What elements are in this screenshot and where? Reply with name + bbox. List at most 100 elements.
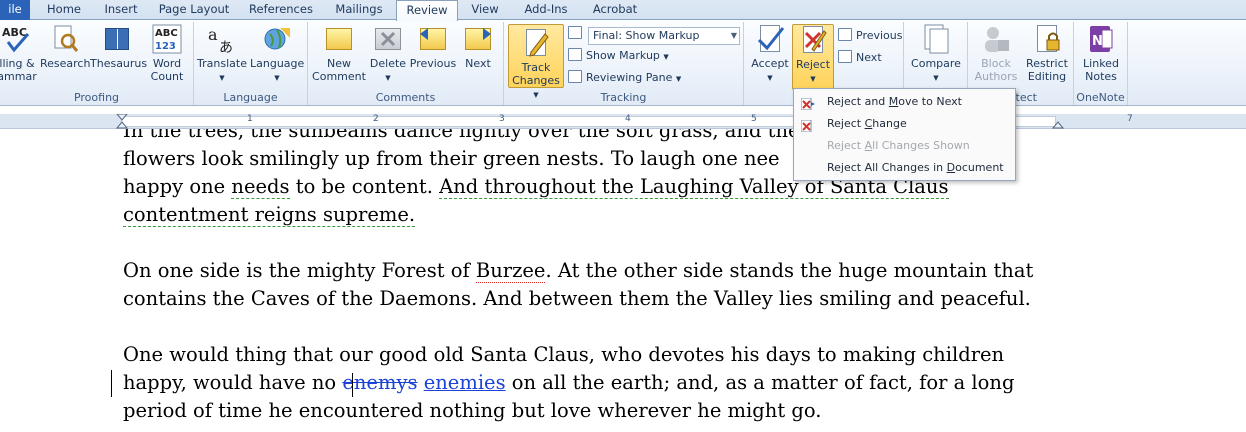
track-changes-label-2: Changes xyxy=(512,74,560,87)
tracked-insertion[interactable]: enemies xyxy=(424,371,506,394)
translate-icon: aあ xyxy=(207,24,237,56)
next-comment-icon xyxy=(463,24,493,54)
indent-marker-icon[interactable] xyxy=(116,114,128,129)
next-change-button[interactable]: Next xyxy=(838,49,882,67)
new-comment-label-2: Comment xyxy=(312,70,366,83)
menu-item-reject-all-in-document[interactable]: Reject All Changes in Document xyxy=(794,157,1015,179)
thesaurus-button[interactable]: Thesaurus xyxy=(90,24,148,70)
ruler-number: 3 xyxy=(499,114,505,124)
new-comment-label-1: New xyxy=(327,57,351,70)
doc-text: to be content. xyxy=(289,175,440,198)
linked-notes-label-1: Linked xyxy=(1083,57,1119,70)
group-label-proofing: Proofing xyxy=(73,91,120,104)
menu-accel: A xyxy=(864,139,873,152)
word-count-label-1: Word xyxy=(152,57,182,70)
onenote-icon: N xyxy=(1086,24,1116,54)
language-icon xyxy=(262,24,292,54)
language-button[interactable]: Language ▼ xyxy=(250,24,304,85)
linked-notes-label-2: Notes xyxy=(1085,70,1117,83)
thesaurus-icon xyxy=(102,24,132,54)
translate-label: Translate xyxy=(197,57,247,70)
menu-text: ll Changes Shown xyxy=(872,139,970,152)
restrict-editing-label-2: Editing xyxy=(1027,70,1067,83)
menu-item-reject-all-shown[interactable]: Reject All Changes Shown xyxy=(794,135,1015,157)
spelling-flagged-word: Burzee xyxy=(475,259,546,283)
reject-change-icon xyxy=(800,118,815,133)
spelling-label-1: lling & xyxy=(0,57,35,70)
doc-text: on all the earth; and, as a matter of fa… xyxy=(505,371,1015,394)
previous-comment-label: Previous xyxy=(409,57,457,70)
language-label: Language xyxy=(250,57,305,70)
block-authors-button[interactable]: Block Authors xyxy=(970,24,1022,83)
compare-button[interactable]: Compare ▼ xyxy=(908,24,964,85)
previous-change-label: Previous xyxy=(856,29,903,42)
restrict-editing-label-1: Restrict xyxy=(1026,57,1068,70)
tab-references[interactable]: References xyxy=(240,0,322,20)
research-button[interactable]: Research xyxy=(40,24,91,70)
compare-label: Compare xyxy=(911,57,961,70)
previous-change-button[interactable]: Previous xyxy=(838,27,903,45)
tab-file[interactable]: ile xyxy=(0,0,30,20)
track-changes-button[interactable]: Track Changes ▼ xyxy=(508,24,564,99)
document-canvas[interactable]: In the trees, the sunbeams dance lightly… xyxy=(0,129,1246,432)
group-language: aあ Translate ▼ Language ▼ Language xyxy=(194,22,308,105)
next-change-label: Next xyxy=(856,51,882,64)
new-comment-icon xyxy=(324,24,354,54)
translate-button[interactable]: aあ Translate ▼ xyxy=(196,24,248,85)
accept-dropdown-icon: ▼ xyxy=(767,74,773,82)
group-label-tracking: Tracking xyxy=(600,91,647,104)
ribbon-tab-bar: ile Home Insert Page Layout References M… xyxy=(0,0,1246,21)
tab-view[interactable]: View xyxy=(462,0,508,20)
reject-button[interactable]: Reject ▼ xyxy=(792,24,834,90)
next-comment-label: Next xyxy=(465,57,491,70)
group-proofing: ABC lling & ammar Research Thesaurus ABC… xyxy=(0,22,194,105)
accept-label: Accept xyxy=(751,57,789,70)
menu-text: hange xyxy=(872,117,907,130)
tab-page-layout[interactable]: Page Layout xyxy=(152,0,236,20)
menu-item-reject-change[interactable]: Reject Change xyxy=(794,113,1015,135)
next-change-icon xyxy=(838,50,852,63)
display-for-review-icon xyxy=(568,26,582,39)
grammar-flagged-word: needs xyxy=(231,175,290,199)
reviewing-pane-button[interactable]: Reviewing Pane ▼ xyxy=(568,69,681,87)
tab-home[interactable]: Home xyxy=(38,0,90,20)
previous-change-icon xyxy=(838,28,852,41)
tab-insert[interactable]: Insert xyxy=(92,0,150,20)
thesaurus-label: Thesaurus xyxy=(90,57,148,70)
reviewing-pane-icon xyxy=(568,70,582,83)
group-onenote: N Linked Notes OneNote xyxy=(1074,22,1128,105)
doc-text: On one side is the mighty Forest of xyxy=(123,259,476,282)
reject-icon xyxy=(798,25,828,55)
spelling-grammar-button[interactable]: ABC lling & ammar xyxy=(0,24,38,83)
reviewing-pane-dropdown-icon: ▼ xyxy=(675,75,682,83)
research-label: Research xyxy=(40,57,91,70)
delete-comment-button[interactable]: Delete ▼ xyxy=(368,24,408,85)
restrict-editing-button[interactable]: Restrict Editing xyxy=(1022,24,1072,83)
previous-comment-button[interactable]: Previous xyxy=(408,24,458,70)
tab-acrobat[interactable]: Acrobat xyxy=(584,0,646,20)
track-changes-label-1: Track xyxy=(521,61,551,74)
linked-notes-button[interactable]: N Linked Notes xyxy=(1076,24,1126,83)
accept-button[interactable]: Accept ▼ xyxy=(750,24,790,85)
delete-dropdown-icon: ▼ xyxy=(385,74,391,82)
horizontal-ruler[interactable]: 1 2 3 4 5 6 7 xyxy=(0,114,1246,129)
show-markup-button[interactable]: Show Markup ▼ xyxy=(568,47,669,65)
change-bar xyxy=(111,370,112,397)
word-count-button[interactable]: ABC 123 Word Count xyxy=(146,24,188,83)
new-comment-button[interactable]: New Comment xyxy=(310,24,368,83)
tab-add-ins[interactable]: Add-Ins xyxy=(512,0,580,20)
next-comment-button[interactable]: Next xyxy=(458,24,498,70)
reject-dropdown-icon: ▼ xyxy=(810,75,816,83)
group-label-onenote: OneNote xyxy=(1076,91,1125,104)
tab-mailings[interactable]: Mailings xyxy=(326,0,392,20)
doc-text: happy one xyxy=(123,175,232,198)
reject-label: Reject xyxy=(795,58,831,71)
tab-review[interactable]: Review xyxy=(396,0,458,21)
right-indent-marker-icon[interactable] xyxy=(1052,121,1064,129)
combo-dropdown-icon: ▼ xyxy=(730,31,737,40)
display-for-review-combo[interactable]: Final: Show Markup ▼ xyxy=(588,27,740,45)
tracked-deletion[interactable]: enemys xyxy=(342,371,417,394)
block-authors-label-1: Block xyxy=(981,57,1011,70)
doc-text: flowers look smilingly up from their gre… xyxy=(123,147,780,170)
menu-item-reject-and-move-next[interactable]: Reject and Move to Next xyxy=(794,91,1015,113)
